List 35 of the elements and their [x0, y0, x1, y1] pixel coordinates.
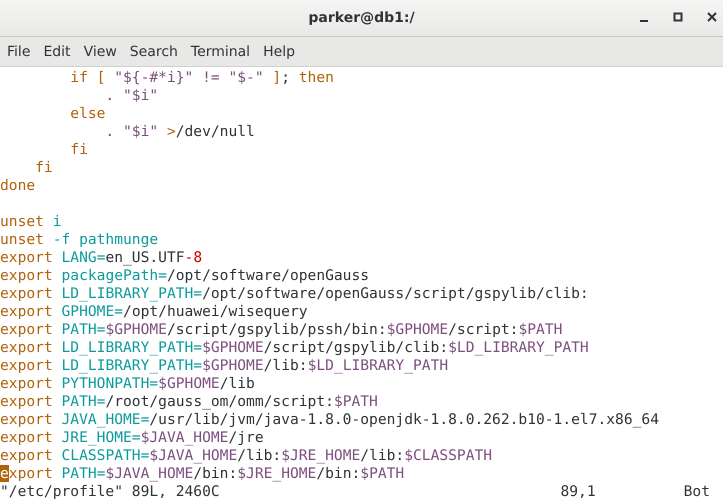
code-line: unset i — [0, 213, 63, 231]
code-line: export LD_LIBRARY_PATH=$GPHOME/script/gspylib/clib:$LD_LIBRARY_PATH — [0, 339, 590, 357]
menu-item[interactable]: Help — [258, 44, 300, 60]
file-info: "/etc/profile" 89L, 2460C — [0, 483, 220, 501]
minimize-icon — [640, 20, 648, 22]
code-line: export GPHOME=/opt/huawei/wisequery — [0, 303, 309, 321]
code-line: export PATH=/root/gauss_om/omm/script:$PATH — [0, 393, 379, 411]
menu-item[interactable]: View — [78, 44, 122, 60]
menu-item[interactable]: File — [2, 44, 36, 60]
code-line: fi — [69, 141, 89, 159]
code-line: else — [69, 105, 106, 123]
code-line: export LD_LIBRARY_PATH=$GPHOME/lib:$LD_LIBRARY_PATH — [0, 357, 450, 375]
code-line: . "$i" — [104, 87, 160, 105]
close-icon — [707, 12, 717, 22]
maximize-icon — [673, 12, 683, 22]
code-line: export LANG=en_US.UTF-8 — [0, 249, 204, 267]
code-line: if [ "${-#*i}" != "$-" ]; then — [69, 69, 335, 87]
code-line: export JAVA_HOME=/usr/lib/jvm/java-1.8.0-openjdk-1.8.0.262.b10-1.el7.x86_64 — [0, 411, 660, 429]
code-line: done — [0, 177, 36, 195]
code-line: export JRE_HOME=$JAVA_HOME/jre — [0, 429, 265, 447]
code-line: export PATH=$GPHOME/script/gspylib/pssh/bin:$GPHOME/script:$PATH — [0, 321, 564, 339]
menu-item[interactable]: Edit — [38, 44, 76, 60]
cursor-position: 89,1 — [560, 483, 596, 501]
code-line: unset -f pathmunge — [0, 231, 160, 249]
code-line: export PYTHONPATH=$GPHOME/lib — [0, 375, 256, 393]
code-line: . "$i" >/dev/null — [104, 123, 256, 141]
code-line: fi — [34, 159, 54, 177]
menu-item[interactable]: Terminal — [186, 44, 256, 60]
code-line: export CLASSPATH=$JAVA_HOME/lib:$JRE_HOME/lib:$CLASSPATH — [0, 447, 494, 465]
scroll-position: Bot — [684, 483, 710, 501]
window-title: parker@db1:/ — [308, 10, 415, 26]
menu-item[interactable]: Search — [124, 44, 183, 60]
code-line: export PATH=$JAVA_HOME/bin:$JRE_HOME/bin:$PATH — [0, 465, 406, 483]
code-line: export packagePath=/opt/software/openGauss — [0, 267, 370, 285]
code-line: export LD_LIBRARY_PATH=/opt/software/openGauss/script/gspylib/clib: — [0, 285, 590, 303]
